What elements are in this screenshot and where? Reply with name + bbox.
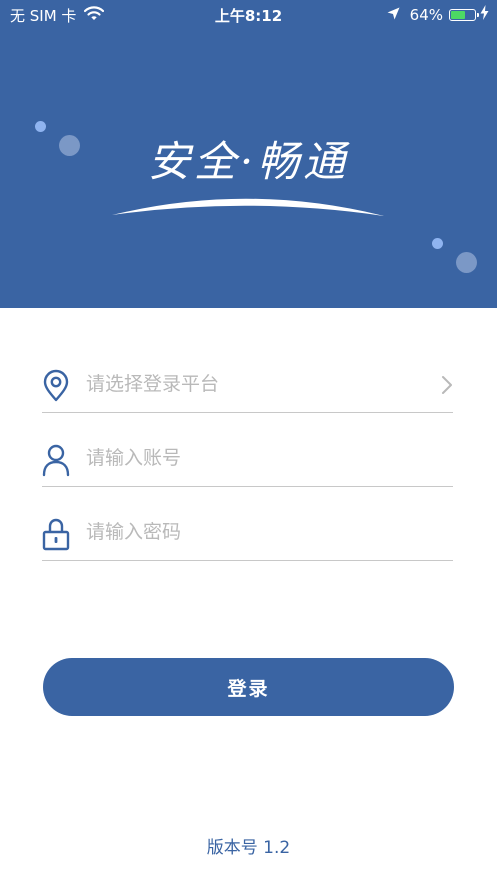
battery-icon xyxy=(449,8,479,21)
location-arrow-icon xyxy=(387,6,400,24)
brand-slogan: 安全·畅通 xyxy=(147,137,350,186)
password-input[interactable] xyxy=(86,515,426,549)
battery-percent: 64% xyxy=(409,5,443,24)
header-banner: 无 SIM 卡 上午8:12 64% 安全·畅通 xyxy=(0,0,497,308)
brand-swoosh xyxy=(112,198,384,216)
chevron-right-icon[interactable] xyxy=(441,375,453,395)
password-field[interactable] xyxy=(42,501,453,561)
account-input[interactable] xyxy=(86,441,426,475)
status-right: 64% xyxy=(387,5,489,24)
battery-level-fill xyxy=(451,10,465,19)
lock-icon xyxy=(42,518,70,551)
user-icon xyxy=(42,444,70,477)
location-pin-icon xyxy=(43,369,69,402)
login-button[interactable]: 登录 xyxy=(43,658,454,716)
login-screen: 无 SIM 卡 上午8:12 64% 安全·畅通 请选择登录平台 请输入账号 登… xyxy=(0,0,497,883)
platform-select-field[interactable] xyxy=(42,353,453,413)
status-bar: 无 SIM 卡 上午8:12 64% xyxy=(0,0,497,30)
decor-bubble xyxy=(432,238,443,249)
charging-icon xyxy=(480,5,489,24)
platform-select-input[interactable] xyxy=(86,367,426,401)
account-field[interactable] xyxy=(42,427,453,487)
decor-bubble xyxy=(456,252,477,273)
version-label: 版本号 1.2 xyxy=(206,838,291,858)
